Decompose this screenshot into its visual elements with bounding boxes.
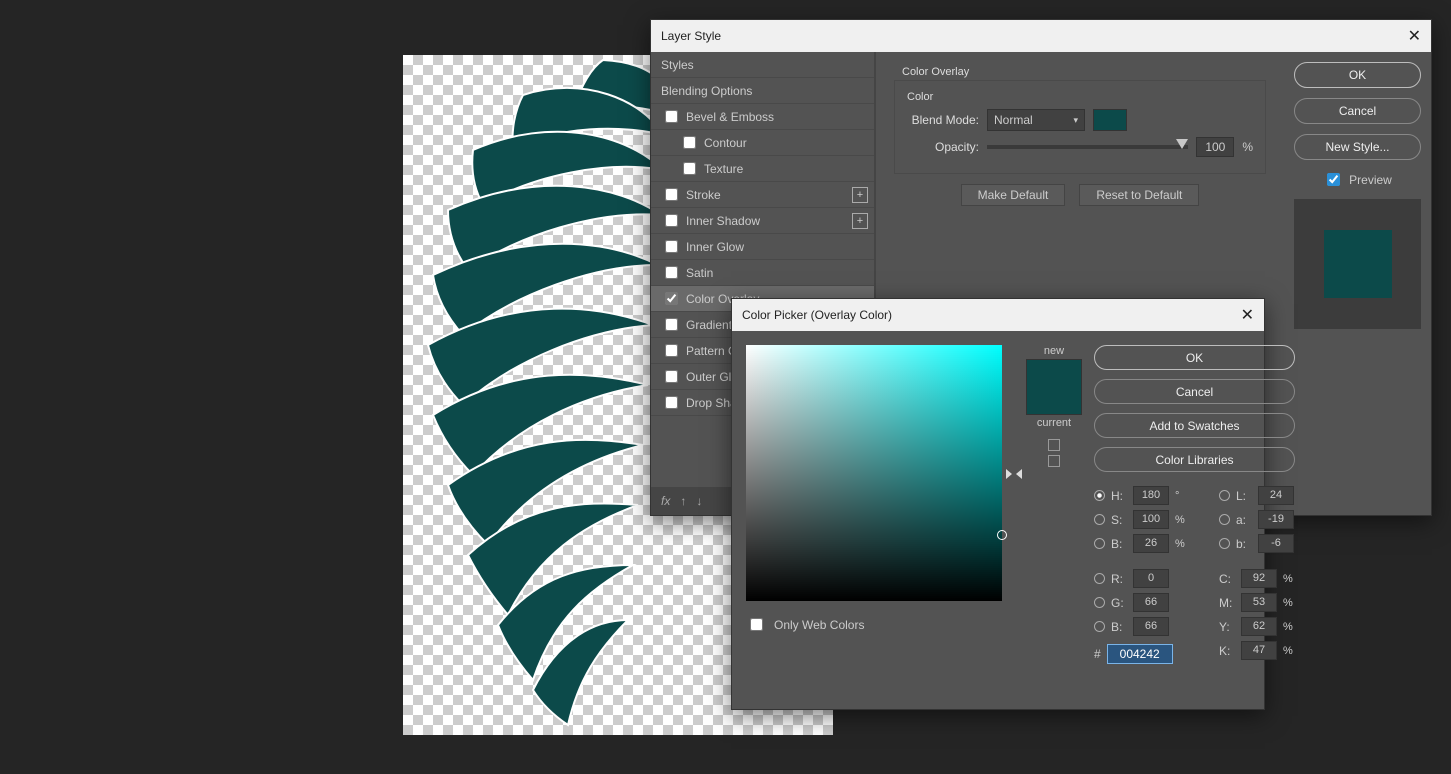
only-web-colors-checkbox[interactable]	[750, 618, 763, 631]
h-radio[interactable]	[1094, 490, 1105, 501]
add-inner-shadow-icon[interactable]: +	[852, 213, 868, 229]
blab-input[interactable]: -6	[1258, 534, 1294, 553]
hue-cursor-right-icon[interactable]	[1016, 469, 1022, 479]
gradient-overlay-checkbox[interactable]	[665, 318, 678, 331]
drop-shadow-checkbox[interactable]	[665, 396, 678, 409]
inner-shadow-item[interactable]: Inner Shadow+	[651, 208, 874, 234]
g-radio[interactable]	[1094, 597, 1105, 608]
preview-label: Preview	[1349, 173, 1392, 187]
blend-mode-select[interactable]: Normal ▾	[987, 109, 1085, 131]
arrow-down-icon[interactable]: ↓	[696, 494, 702, 508]
color-picker-titlebar[interactable]: Color Picker (Overlay Color) ✕	[732, 299, 1264, 331]
pattern-overlay-checkbox[interactable]	[665, 344, 678, 357]
bevel-checkbox[interactable]	[665, 110, 678, 123]
make-default-button[interactable]: Make Default	[961, 184, 1066, 206]
color-picker-title: Color Picker (Overlay Color)	[742, 308, 892, 322]
cp-ok-button[interactable]: OK	[1094, 345, 1295, 370]
close-icon[interactable]: ✕	[1241, 305, 1254, 325]
add-stroke-icon[interactable]: +	[852, 187, 868, 203]
color-picker-dialog: Color Picker (Overlay Color) ✕ Only Web …	[731, 298, 1265, 710]
satin-checkbox[interactable]	[665, 266, 678, 279]
stroke-checkbox[interactable]	[665, 188, 678, 201]
texture-checkbox[interactable]	[683, 162, 696, 175]
current-label: current	[1037, 417, 1071, 429]
close-icon[interactable]: ✕	[1408, 26, 1421, 46]
cancel-button[interactable]: Cancel	[1294, 98, 1421, 124]
percent-label: %	[1242, 140, 1253, 154]
layer-style-titlebar[interactable]: Layer Style ✕	[651, 20, 1431, 52]
stroke-item[interactable]: Stroke+	[651, 182, 874, 208]
reset-default-button[interactable]: Reset to Default	[1079, 184, 1199, 206]
bhsb-input[interactable]: 26	[1133, 534, 1169, 553]
cp-cancel-button[interactable]: Cancel	[1094, 379, 1295, 404]
arrow-up-icon[interactable]: ↑	[680, 494, 686, 508]
color-overlay-checkbox[interactable]	[665, 292, 678, 305]
blab-radio[interactable]	[1219, 538, 1230, 549]
color-libraries-button[interactable]: Color Libraries	[1094, 447, 1295, 472]
l-radio[interactable]	[1219, 490, 1230, 501]
preview-checkbox[interactable]	[1327, 173, 1340, 186]
color-group-label: Color	[907, 91, 1253, 103]
add-swatches-button[interactable]: Add to Swatches	[1094, 413, 1295, 438]
brgb-radio[interactable]	[1094, 621, 1105, 632]
bhsb-radio[interactable]	[1094, 538, 1105, 549]
g-input[interactable]: 66	[1133, 593, 1169, 612]
preview-color	[1324, 230, 1392, 298]
slider-knob-icon[interactable]	[1176, 139, 1188, 149]
s-radio[interactable]	[1094, 514, 1105, 525]
inner-glow-item[interactable]: Inner Glow	[651, 234, 874, 260]
r-radio[interactable]	[1094, 573, 1105, 584]
r-input[interactable]: 0	[1133, 569, 1169, 588]
web-safe-icon[interactable]	[1048, 455, 1060, 467]
blend-mode-label: Blend Mode:	[907, 113, 979, 127]
hue-cursor-left-icon[interactable]	[1006, 469, 1012, 479]
contour-checkbox[interactable]	[683, 136, 696, 149]
m-input[interactable]: 53	[1241, 593, 1277, 612]
preview-swatch	[1294, 199, 1421, 329]
s-input[interactable]: 100	[1133, 510, 1169, 529]
c-input[interactable]: 92	[1241, 569, 1277, 588]
a-radio[interactable]	[1219, 514, 1230, 525]
ok-button[interactable]: OK	[1294, 62, 1421, 88]
l-input[interactable]: 24	[1258, 486, 1294, 505]
opacity-slider[interactable]	[987, 145, 1188, 149]
outer-glow-checkbox[interactable]	[665, 370, 678, 383]
contour-item[interactable]: Contour	[651, 130, 874, 156]
cube-icon[interactable]	[1048, 439, 1060, 451]
sv-cursor-icon[interactable]	[997, 530, 1007, 540]
hex-input[interactable]: 004242	[1107, 644, 1173, 664]
section-title: Color Overlay	[902, 66, 1266, 78]
new-label: new	[1044, 345, 1064, 357]
new-current-swatch[interactable]	[1026, 359, 1082, 415]
inner-shadow-checkbox[interactable]	[665, 214, 678, 227]
chevron-down-icon: ▾	[1073, 115, 1078, 126]
y-input[interactable]: 62	[1241, 617, 1277, 636]
blending-options-item[interactable]: Blending Options	[651, 78, 874, 104]
overlay-color-swatch[interactable]	[1093, 109, 1127, 131]
h-input[interactable]: 180	[1133, 486, 1169, 505]
a-input[interactable]: -19	[1258, 510, 1294, 529]
texture-item[interactable]: Texture	[651, 156, 874, 182]
new-style-button[interactable]: New Style...	[1294, 134, 1421, 160]
bevel-emboss-item[interactable]: Bevel & Emboss	[651, 104, 874, 130]
opacity-label: Opacity:	[907, 140, 979, 154]
layer-style-title: Layer Style	[661, 29, 721, 43]
k-input[interactable]: 47	[1241, 641, 1277, 660]
inner-glow-checkbox[interactable]	[665, 240, 678, 253]
fx-icon[interactable]: fx	[661, 494, 670, 508]
only-web-colors-label: Only Web Colors	[774, 618, 864, 632]
brgb-input[interactable]: 66	[1133, 617, 1169, 636]
layer-style-actions: OK Cancel New Style... Preview	[1284, 52, 1431, 515]
saturation-value-field[interactable]	[746, 345, 1002, 601]
current-color	[1027, 387, 1081, 414]
styles-item[interactable]: Styles	[651, 52, 874, 78]
opacity-input[interactable]: 100	[1196, 137, 1234, 157]
new-color	[1027, 360, 1081, 387]
satin-item[interactable]: Satin	[651, 260, 874, 286]
